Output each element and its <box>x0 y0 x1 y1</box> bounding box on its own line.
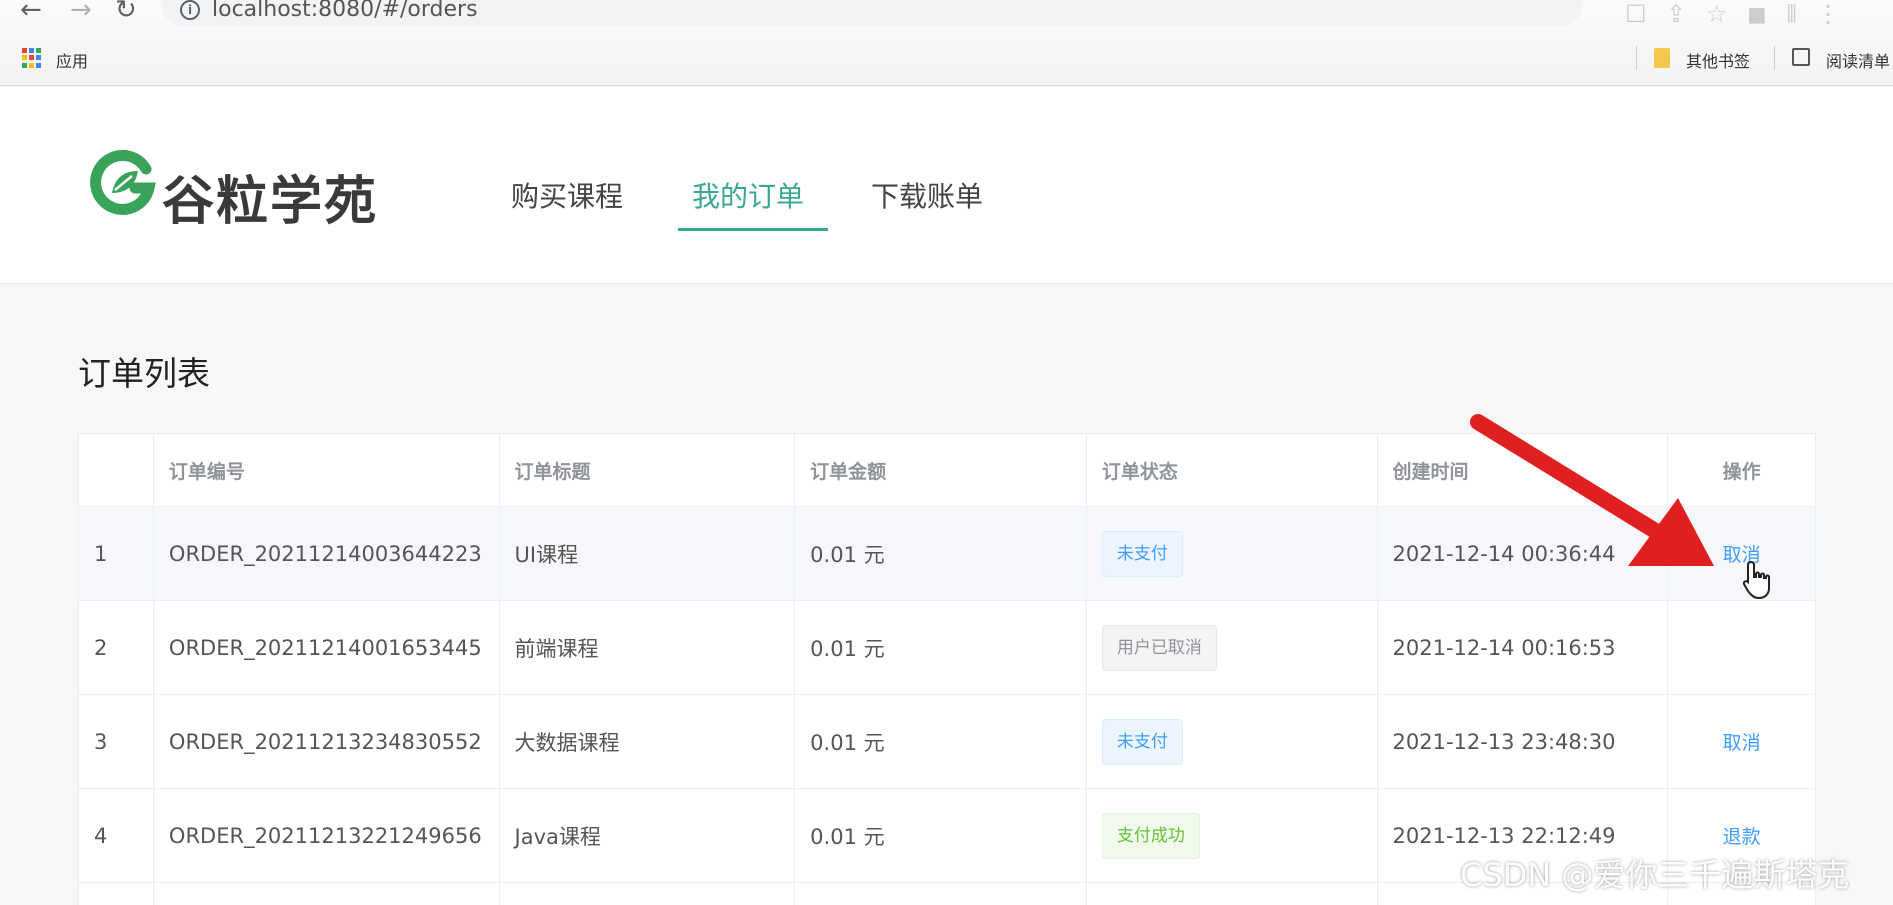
annotation-arrow-icon <box>1470 414 1714 566</box>
hand-cursor-icon <box>1742 560 1770 600</box>
watermark: CSDN @爱你三千遍斯塔克 <box>1460 856 1850 894</box>
